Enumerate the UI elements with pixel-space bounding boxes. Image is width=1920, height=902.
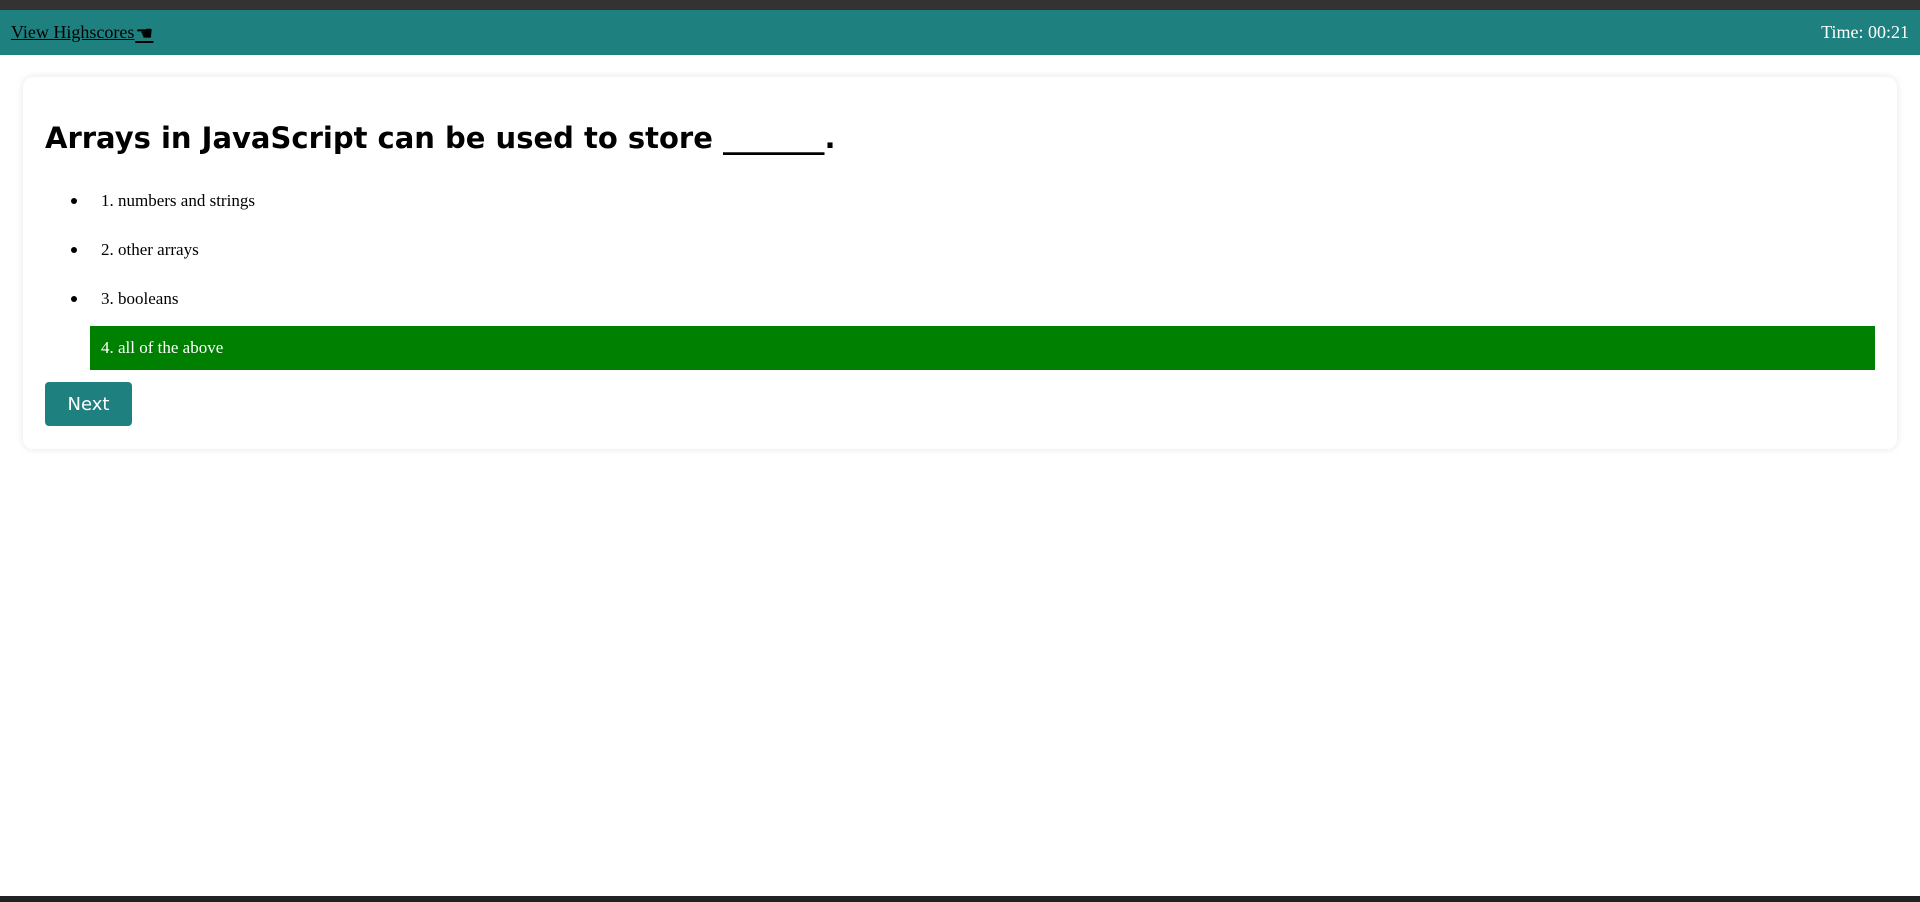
- view-highscores-label: View Highscores: [11, 22, 135, 42]
- list-bullet: [71, 198, 77, 204]
- answer-choice-label: 3. booleans: [101, 289, 179, 308]
- question-title: Arrays in JavaScript can be used to stor…: [45, 121, 836, 155]
- view-highscores-link[interactable]: View Highscores ☚: [11, 22, 153, 43]
- hand-pointing-icon: ☚: [135, 20, 154, 45]
- answer-choice-label: 4. all of the above: [101, 338, 224, 357]
- next-button[interactable]: Next: [45, 382, 132, 426]
- top-header-bar: View Highscores ☚ Time: 00:21: [0, 10, 1920, 55]
- answer-choice[interactable]: 1. numbers and strings: [71, 179, 1875, 223]
- quiz-card: Arrays in JavaScript can be used to stor…: [23, 77, 1897, 449]
- list-bullet: [71, 296, 77, 302]
- answer-choice[interactable]: 4. all of the above: [90, 326, 1875, 370]
- taskbar-strip: [0, 896, 1920, 902]
- answer-choice[interactable]: 2. other arrays: [71, 228, 1875, 272]
- answer-choice[interactable]: 3. booleans: [71, 277, 1875, 321]
- answer-choice-label: 2. other arrays: [101, 240, 199, 259]
- browser-top-strip: [0, 0, 1920, 10]
- list-bullet: [71, 247, 77, 253]
- answer-choices-list: 1. numbers and strings 2. other arrays 3…: [23, 179, 1897, 375]
- timer-display: Time: 00:21: [1821, 22, 1909, 42]
- answer-choice-label: 1. numbers and strings: [101, 191, 255, 210]
